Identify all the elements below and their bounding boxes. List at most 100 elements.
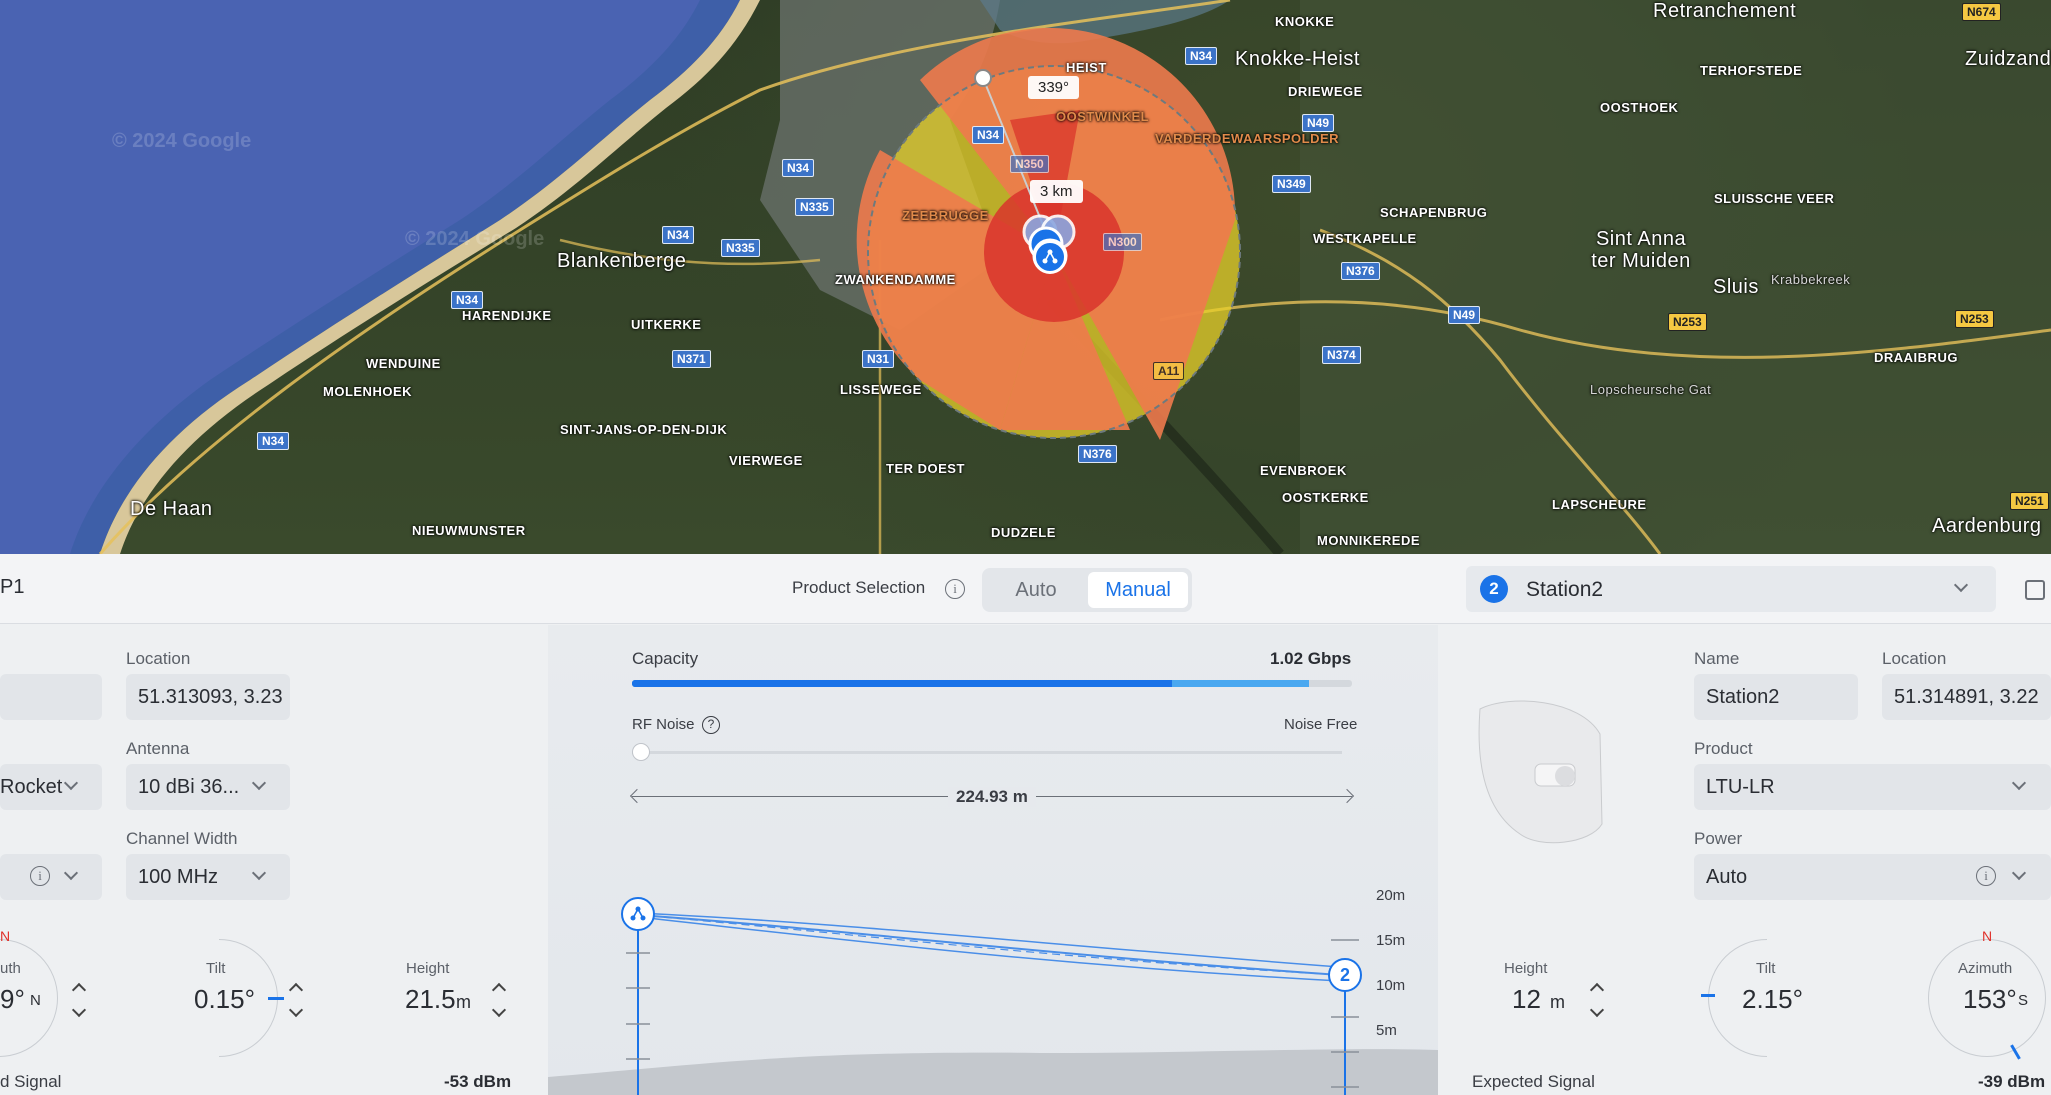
station-name: Station2 bbox=[1526, 578, 1604, 601]
height-unit: m bbox=[456, 992, 471, 1012]
link-details-panel: P1 Product Selection i Auto Manual 2 Sta… bbox=[0, 554, 2051, 1095]
place-label: SINT-JANS-OP-DEN-DIJK bbox=[560, 422, 728, 437]
location-label: Location bbox=[126, 649, 191, 668]
place-label: Knokke-Heist bbox=[1235, 48, 1360, 70]
chevron-down-icon bbox=[251, 865, 267, 881]
station-product-dropdown[interactable]: LTU-LR bbox=[1694, 764, 2051, 810]
name-field[interactable] bbox=[0, 674, 102, 720]
place-label: SCHAPENBRUG bbox=[1380, 205, 1488, 220]
place-label: TERHOFSTEDE bbox=[1700, 63, 1803, 78]
channel-width-label: Channel Width bbox=[126, 829, 238, 848]
channel-width-value: 100 MHz bbox=[138, 866, 219, 888]
place-label: EVENBROEK bbox=[1260, 463, 1347, 478]
info-icon[interactable]: i bbox=[30, 866, 50, 886]
panel-top-bar: P1 Product Selection i Auto Manual 2 Sta… bbox=[0, 554, 2051, 624]
road-shield: N34 bbox=[257, 432, 290, 450]
power-dropdown[interactable]: i bbox=[0, 854, 102, 900]
place-label: LAPSCHEURE bbox=[1552, 497, 1647, 512]
product-dropdown[interactable]: Rocket bbox=[0, 764, 102, 810]
azimuth-label: uth bbox=[0, 960, 21, 977]
place-label: WENDUINE bbox=[366, 356, 441, 371]
station-power-dropdown[interactable]: Auto i bbox=[1694, 854, 2051, 900]
place-label: MONNIKEREDE bbox=[1317, 533, 1421, 548]
road-shield: N674 bbox=[1962, 3, 2001, 21]
road-shield: N31 bbox=[862, 350, 895, 368]
place-label: Sint Anna ter Muiden bbox=[1591, 228, 1691, 272]
north-mark: N bbox=[1982, 928, 1993, 944]
place-label: OOSTWINKEL bbox=[1056, 109, 1150, 124]
tilt-stepper[interactable] bbox=[287, 979, 307, 1023]
road-shield: N335 bbox=[721, 239, 760, 257]
place-label: WESTKAPELLE bbox=[1313, 231, 1417, 246]
station-selector[interactable]: 2 Station2 bbox=[1466, 566, 1996, 612]
mode-auto-option[interactable]: Auto bbox=[986, 572, 1086, 608]
network-icon bbox=[1042, 249, 1058, 264]
link-profile: Capacity 1.02 Gbps RF Noise ? Noise Free… bbox=[548, 625, 1438, 1095]
place-label: Aardenburg bbox=[1932, 515, 2042, 537]
place-label: Retranchement bbox=[1653, 0, 1797, 22]
range-label: 3 km bbox=[1030, 180, 1083, 203]
location-field[interactable]: 51.313093, 3.23 bbox=[126, 674, 290, 720]
info-icon[interactable]: i bbox=[945, 579, 965, 599]
azimuth-direction: S bbox=[2018, 992, 2029, 1009]
map-watermark: © 2024 Google bbox=[112, 130, 252, 152]
antenna-value: 10 dBi 36... bbox=[138, 776, 240, 798]
help-icon[interactable]: ? bbox=[702, 716, 720, 734]
road-shield: N253 bbox=[1668, 313, 1707, 331]
place-label: NIEUWMUNSTER bbox=[412, 523, 526, 538]
mode-manual-option[interactable]: Manual bbox=[1088, 572, 1188, 608]
height-value: 21.5 bbox=[405, 984, 456, 1014]
height-stepper[interactable] bbox=[1588, 979, 1608, 1023]
station-badge: 2 bbox=[1480, 575, 1508, 603]
product-selection-label: Product Selection bbox=[792, 578, 926, 597]
capacity-bar bbox=[632, 680, 1352, 687]
azimuth-stepper[interactable] bbox=[70, 979, 90, 1023]
expected-signal-value: -53 dBm bbox=[444, 1072, 512, 1091]
info-icon[interactable]: i bbox=[1976, 866, 1996, 886]
window-icon[interactable] bbox=[2025, 580, 2045, 600]
place-label: LISSEWEGE bbox=[840, 382, 922, 397]
road-shield: N349 bbox=[1272, 175, 1311, 193]
coverage-map[interactable]: © 2024 Google © 2024 Google 339° 3 km KN… bbox=[0, 0, 2051, 554]
road-shield: N34 bbox=[782, 159, 815, 177]
expected-signal-label: Expected Signal bbox=[1472, 1072, 1595, 1091]
power-value: Auto bbox=[1706, 866, 1748, 888]
tilt-indicator bbox=[268, 997, 284, 1000]
bearing-label: 339° bbox=[1028, 76, 1080, 99]
place-label: SLUISSCHE VEER bbox=[1714, 191, 1835, 206]
network-icon bbox=[630, 906, 646, 921]
place-label: HARENDIJKE bbox=[462, 308, 552, 323]
scale-tick-label: 5m bbox=[1376, 1022, 1397, 1039]
tilt-value: 0.15° bbox=[194, 984, 256, 1014]
chevron-down-icon bbox=[2011, 865, 2027, 881]
rf-noise-slider-thumb[interactable] bbox=[632, 743, 650, 761]
place-label: Lopscheursche Gat bbox=[1590, 382, 1712, 397]
chevron-down-icon bbox=[63, 775, 79, 791]
channel-width-dropdown[interactable]: 100 MHz bbox=[126, 854, 290, 900]
product-value: Rocket bbox=[0, 776, 63, 798]
station-location-field[interactable]: 51.314891, 3.22 bbox=[1882, 674, 2051, 720]
station-profile-marker[interactable]: 2 bbox=[1328, 958, 1362, 992]
ap-profile-marker[interactable] bbox=[621, 897, 655, 931]
antenna-dropdown[interactable]: 10 dBi 36... bbox=[126, 764, 290, 810]
road-shield: N34 bbox=[1185, 47, 1218, 65]
place-label: TER DOEST bbox=[886, 461, 965, 476]
road-shield: N49 bbox=[1448, 306, 1481, 324]
scale-tick-label: 10m bbox=[1376, 977, 1406, 994]
place-label: De Haan bbox=[130, 498, 213, 520]
access-point-marker[interactable] bbox=[1033, 240, 1067, 274]
height-stepper[interactable] bbox=[490, 979, 510, 1023]
place-label: OOSTKERKE bbox=[1282, 490, 1369, 505]
tilt-label: Tilt bbox=[206, 960, 226, 977]
capacity-label: Capacity bbox=[632, 649, 699, 668]
chevron-down-icon bbox=[63, 865, 79, 881]
elevation-profile bbox=[548, 912, 1438, 1095]
place-label: Krabbekreek bbox=[1771, 272, 1851, 287]
place-label: OOSTHOEK bbox=[1600, 100, 1679, 115]
product-value: LTU-LR bbox=[1706, 776, 1775, 798]
place-label: ZEEBRUGGE bbox=[902, 208, 989, 223]
place-label: DRAAIBRUG bbox=[1874, 350, 1958, 365]
station-name-field[interactable]: Station2 bbox=[1694, 674, 1858, 720]
rf-noise-slider[interactable] bbox=[632, 751, 1342, 754]
place-label: VIERWEGE bbox=[729, 453, 803, 468]
